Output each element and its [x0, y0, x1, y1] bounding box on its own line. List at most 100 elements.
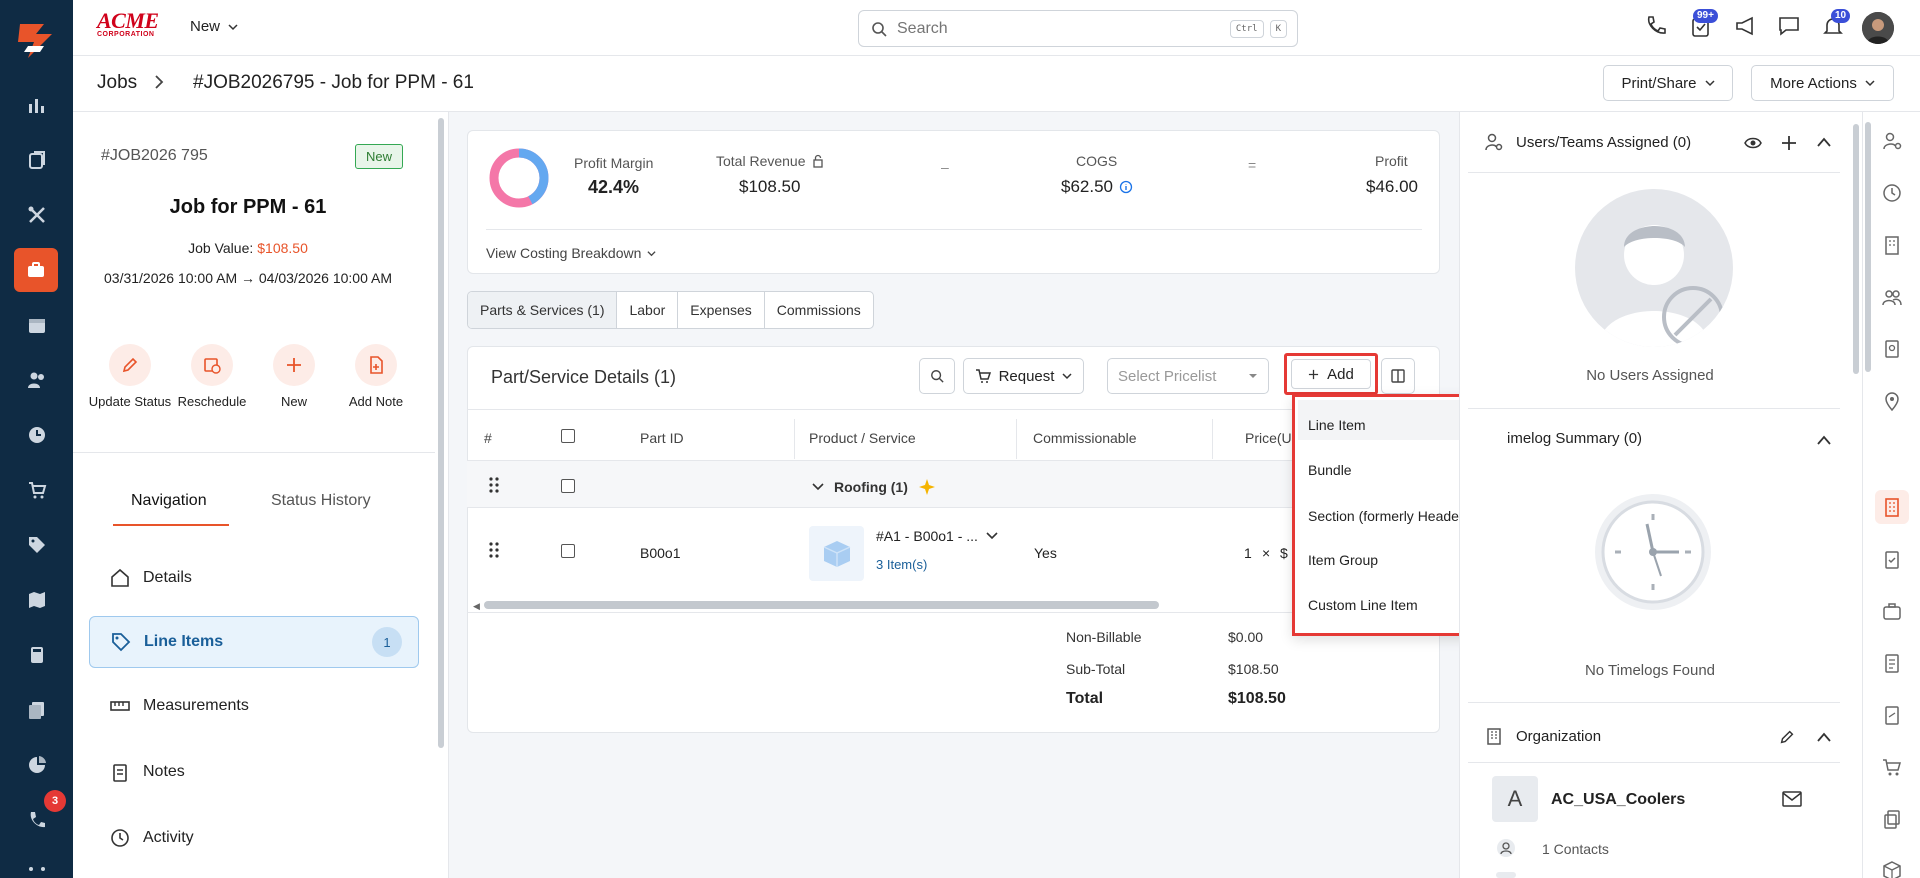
search-icon: [871, 21, 887, 37]
contacts-icon[interactable]: [1881, 286, 1903, 308]
total-label: Total: [1066, 690, 1104, 707]
menu-item-bundle[interactable]: Bundle: [1308, 462, 1352, 478]
job-dates: 03/31/2026 10:00 AM → 04/03/2026 10:00 A…: [104, 270, 392, 286]
calendar-icon[interactable]: [18, 306, 56, 344]
search-input[interactable]: [897, 19, 1197, 38]
menu-item-item-group[interactable]: Item Group: [1308, 552, 1378, 568]
box-icon: [820, 537, 854, 571]
tab-navigation[interactable]: Navigation: [131, 492, 207, 510]
print-share-button[interactable]: Print/Share: [1603, 65, 1733, 101]
calculator-icon[interactable]: [18, 636, 56, 674]
update-status-button[interactable]: Update Status: [85, 344, 175, 409]
divider: [1468, 408, 1840, 409]
cart-icon[interactable]: [18, 471, 56, 509]
part-id-cell: B00o1: [640, 545, 681, 561]
briefcase-icon[interactable]: [1881, 600, 1903, 622]
add-user-icon[interactable]: [1780, 134, 1798, 152]
edit-icon[interactable]: [1778, 728, 1796, 746]
invoice-icon[interactable]: [1881, 652, 1903, 674]
nav-item-notes[interactable]: Notes: [89, 746, 419, 798]
right-icon-rail: [1862, 112, 1920, 878]
more-actions-button[interactable]: More Actions: [1751, 65, 1894, 101]
rail-scrollbar[interactable]: [1865, 122, 1871, 372]
contacts-icon: [1496, 838, 1516, 858]
drag-handle-icon[interactable]: [489, 477, 499, 493]
nav-item-details[interactable]: Details: [89, 552, 419, 604]
new-dropdown[interactable]: New: [190, 18, 238, 35]
order-cart-icon[interactable]: [1881, 756, 1903, 778]
mail-icon[interactable]: [1782, 791, 1802, 807]
request-button[interactable]: Request: [963, 358, 1084, 394]
documents-icon[interactable]: [18, 141, 56, 179]
user-avatar[interactable]: [1862, 12, 1894, 44]
copy-icon[interactable]: [1881, 808, 1903, 830]
estimate-icon[interactable]: [1881, 704, 1903, 726]
nav-item-measurements[interactable]: Measurements: [89, 680, 419, 732]
breadcrumb-jobs[interactable]: Jobs: [97, 72, 137, 94]
contract-icon[interactable]: [1881, 338, 1903, 360]
plus-icon: [1308, 369, 1319, 380]
timesheet-icon[interactable]: [18, 416, 56, 454]
reports-icon[interactable]: [18, 86, 56, 124]
tab-labor[interactable]: Labor: [617, 292, 679, 328]
drag-handle-icon[interactable]: [489, 542, 499, 558]
jobs-icon[interactable]: [14, 248, 58, 292]
map-icon[interactable]: [18, 581, 56, 619]
row-checkbox[interactable]: [561, 544, 575, 558]
analytics-icon[interactable]: [18, 746, 56, 784]
menu-item-custom-line-item[interactable]: Custom Line Item: [1308, 597, 1418, 613]
tab-expenses[interactable]: Expenses: [678, 292, 765, 328]
package-icon[interactable]: [1881, 860, 1903, 878]
nav-item-activity[interactable]: Activity: [89, 812, 419, 864]
building-icon[interactable]: [1881, 234, 1903, 256]
phone-call-icon[interactable]: [1643, 13, 1673, 43]
tab-status-history[interactable]: Status History: [271, 492, 371, 510]
new-action-button[interactable]: New: [249, 344, 339, 409]
right-panel-scrollbar[interactable]: [1853, 124, 1859, 374]
column-header-index: #: [484, 430, 492, 446]
group-toggle[interactable]: Roofing (1): [812, 478, 936, 496]
flow-icon[interactable]: [18, 856, 56, 878]
left-panel-scrollbar[interactable]: [438, 118, 444, 748]
collapse-icon[interactable]: [1816, 731, 1832, 743]
menu-item-line-item[interactable]: Line Item: [1308, 417, 1366, 433]
columns-button[interactable]: [1381, 358, 1415, 394]
announcement-icon[interactable]: [1733, 13, 1763, 43]
sparkle-icon: [918, 478, 936, 496]
user-settings-icon[interactable]: [1881, 130, 1903, 152]
product-name[interactable]: #A1 - B00o1 - ...: [876, 528, 998, 544]
reschedule-button[interactable]: Reschedule: [167, 344, 257, 409]
select-all-checkbox[interactable]: [561, 429, 575, 443]
files-icon[interactable]: [18, 691, 56, 729]
collapse-icon[interactable]: [1816, 136, 1832, 148]
commissionable-cell: Yes: [1034, 545, 1057, 561]
nav-item-line-items[interactable]: Line Items 1: [89, 616, 419, 668]
plus-icon: [273, 344, 315, 386]
add-button[interactable]: Add: [1291, 359, 1371, 389]
building-active-icon[interactable]: [1881, 496, 1903, 518]
tag-icon[interactable]: [18, 526, 56, 564]
contacts-count[interactable]: 1 Contacts: [1542, 841, 1609, 857]
pricelist-select[interactable]: Select Pricelist: [1107, 358, 1269, 394]
global-search[interactable]: Ctrl K: [858, 10, 1298, 47]
app-logo-icon[interactable]: [14, 18, 58, 62]
add-note-button[interactable]: Add Note: [331, 344, 421, 409]
time-tracking-icon[interactable]: [1881, 182, 1903, 204]
tab-parts-services[interactable]: Parts & Services (1): [468, 292, 618, 328]
org-name[interactable]: AC_USA_Coolers: [1551, 791, 1685, 809]
bundle-items-link[interactable]: 3 Item(s): [876, 557, 927, 572]
info-icon[interactable]: [1119, 180, 1133, 194]
chat-icon[interactable]: [1776, 13, 1806, 43]
view-costing-breakdown[interactable]: View Costing Breakdown: [486, 245, 656, 261]
scroll-left-icon[interactable]: ◀: [473, 601, 480, 612]
tools-icon[interactable]: [18, 196, 56, 234]
customers-icon[interactable]: [18, 361, 56, 399]
group-checkbox[interactable]: [561, 479, 575, 493]
eye-icon[interactable]: [1744, 135, 1762, 151]
collapse-icon[interactable]: [1816, 434, 1832, 446]
parts-search-button[interactable]: [919, 358, 955, 394]
tab-commissions[interactable]: Commissions: [765, 292, 873, 328]
location-icon[interactable]: [1881, 390, 1903, 412]
checklist-icon[interactable]: [1881, 548, 1903, 570]
table-horizontal-scrollbar[interactable]: [484, 601, 1159, 609]
